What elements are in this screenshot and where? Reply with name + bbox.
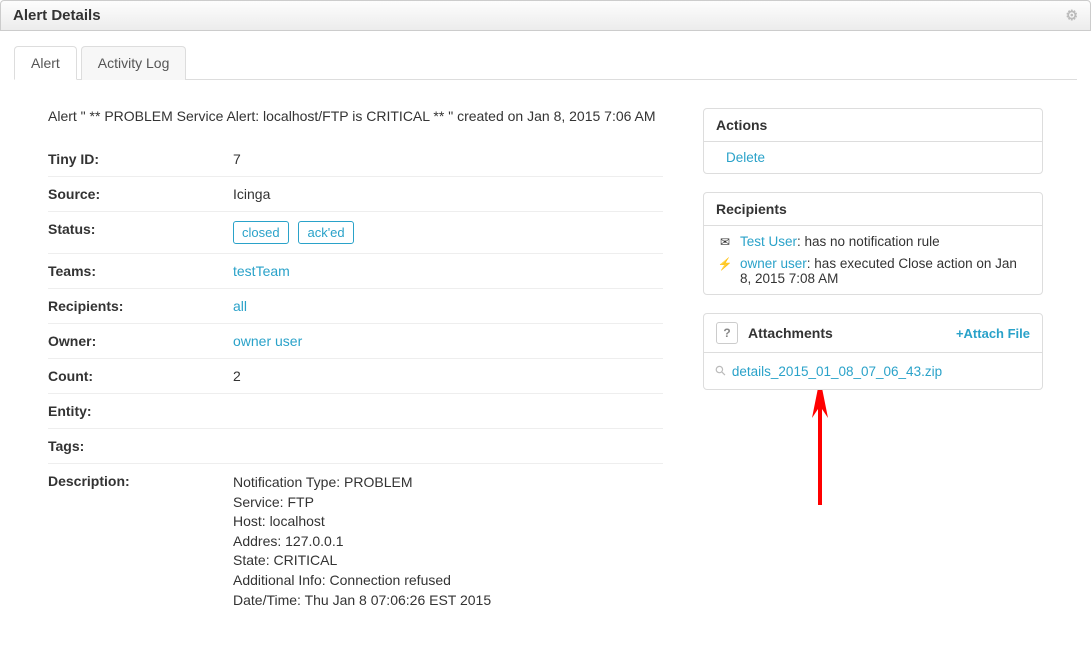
attachment-file[interactable]: details_2015_01_08_07_06_43.zip xyxy=(732,364,942,379)
value-recipients[interactable]: all xyxy=(233,298,247,314)
description-line: Host: localhost xyxy=(233,512,663,532)
alert-summary: Alert " ** PROBLEM Service Alert: localh… xyxy=(48,108,663,124)
value-source: Icinga xyxy=(233,186,663,202)
title-bar: Alert Details ⚙ xyxy=(0,0,1091,31)
status-badge-acked: ack'ed xyxy=(298,221,353,244)
description-line: Date/Time: Thu Jan 8 07:06:26 EST 2015 xyxy=(233,591,663,611)
label-recipients: Recipients: xyxy=(48,298,233,314)
gear-icon[interactable]: ⚙ xyxy=(1065,7,1078,24)
attachments-header: Attachments xyxy=(748,325,833,341)
recipient-row: ✉ Test User: has no notification rule xyxy=(716,234,1030,250)
label-count: Count: xyxy=(48,368,233,384)
label-teams: Teams: xyxy=(48,263,233,279)
row-teams: Teams: testTeam xyxy=(48,254,663,289)
value-description: Notification Type: PROBLEM Service: FTP … xyxy=(233,473,663,610)
row-owner: Owner: owner user xyxy=(48,324,663,359)
recipient-name[interactable]: owner user xyxy=(740,256,807,271)
actions-header: Actions xyxy=(704,109,1042,142)
tab-activity-log[interactable]: Activity Log xyxy=(81,46,187,80)
paperclip-icon: ⚲ xyxy=(712,362,730,380)
row-tags: Tags: xyxy=(48,429,663,464)
tab-bar: Alert Activity Log xyxy=(14,45,1077,80)
action-delete[interactable]: Delete xyxy=(716,150,765,165)
description-line: Additional Info: Connection refused xyxy=(233,571,663,591)
label-tiny-id: Tiny ID: xyxy=(48,151,233,167)
attachment-row: ⚲ details_2015_01_08_07_06_43.zip xyxy=(716,361,1030,381)
actions-panel: Actions Delete xyxy=(703,108,1043,174)
value-owner[interactable]: owner user xyxy=(233,333,302,349)
annotation-arrow-icon xyxy=(805,390,835,510)
description-line: Service: FTP xyxy=(233,493,663,513)
recipient-text: : has no notification rule xyxy=(797,234,940,249)
description-line: State: CRITICAL xyxy=(233,551,663,571)
row-tiny-id: Tiny ID: 7 xyxy=(48,142,663,177)
recipient-row: ⚡ owner user: has executed Close action … xyxy=(716,256,1030,286)
mail-icon: ✉ xyxy=(716,234,734,250)
value-count: 2 xyxy=(233,368,663,384)
tab-alert[interactable]: Alert xyxy=(14,46,77,80)
sidebar: Actions Delete Recipients ✉ Test User: h… xyxy=(703,108,1043,408)
main-details: Alert " ** PROBLEM Service Alert: localh… xyxy=(48,108,663,619)
description-line: Notification Type: PROBLEM xyxy=(233,473,663,493)
row-count: Count: 2 xyxy=(48,359,663,394)
status-badge-closed: closed xyxy=(233,221,289,244)
label-source: Source: xyxy=(48,186,233,202)
row-source: Source: Icinga xyxy=(48,177,663,212)
recipients-header: Recipients xyxy=(704,193,1042,226)
page-title: Alert Details xyxy=(13,7,101,24)
bolt-icon: ⚡ xyxy=(716,256,734,272)
attach-file-button[interactable]: +Attach File xyxy=(956,326,1030,341)
value-status: closed ack'ed xyxy=(233,221,663,244)
row-recipients: Recipients: all xyxy=(48,289,663,324)
label-entity: Entity: xyxy=(48,403,233,419)
label-description: Description: xyxy=(48,473,233,489)
label-tags: Tags: xyxy=(48,438,233,454)
recipients-panel: Recipients ✉ Test User: has no notificat… xyxy=(703,192,1043,295)
row-entity: Entity: xyxy=(48,394,663,429)
row-status: Status: closed ack'ed xyxy=(48,212,663,254)
label-owner: Owner: xyxy=(48,333,233,349)
value-teams[interactable]: testTeam xyxy=(233,263,290,279)
recipient-name[interactable]: Test User xyxy=(740,234,797,249)
row-description: Description: Notification Type: PROBLEM … xyxy=(48,464,663,619)
label-status: Status: xyxy=(48,221,233,237)
value-tiny-id: 7 xyxy=(233,151,663,167)
help-icon[interactable]: ? xyxy=(716,322,738,344)
attachments-panel: ? Attachments +Attach File ⚲ details_201… xyxy=(703,313,1043,390)
description-line: Addres: 127.0.0.1 xyxy=(233,532,663,552)
